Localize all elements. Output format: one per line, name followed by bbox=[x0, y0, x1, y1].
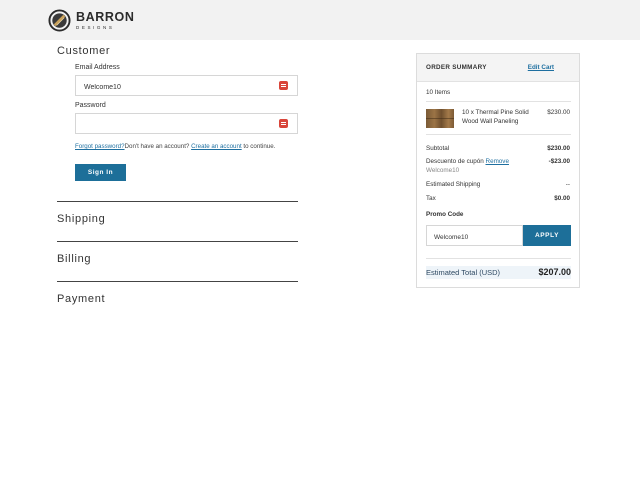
email-input[interactable] bbox=[76, 78, 266, 97]
summary-divider bbox=[426, 258, 571, 259]
estimated-total-value: $207.00 bbox=[538, 267, 571, 277]
brand-tagline: DESIGNS bbox=[76, 24, 115, 30]
product-name-line2: Wood Wall Paneling bbox=[462, 118, 519, 125]
item-count: 10 Items bbox=[426, 89, 451, 96]
brand-logo[interactable]: BARRON DESIGNS bbox=[48, 9, 134, 32]
product-thumbnail bbox=[426, 109, 454, 128]
sign-in-button[interactable]: Sign In bbox=[75, 164, 126, 181]
promo-code-field[interactable] bbox=[426, 225, 523, 247]
discount-label: Descuento de cupón Remove bbox=[426, 158, 509, 165]
account-help-text: Forgot password?Don't have an account? C… bbox=[75, 143, 275, 150]
forgot-password-link[interactable]: Forgot password? bbox=[75, 143, 125, 150]
shipping-value: -- bbox=[565, 181, 570, 188]
payment-step-heading[interactable]: Payment bbox=[57, 293, 105, 305]
email-label: Email Address bbox=[75, 64, 120, 71]
estimated-total-row: Estimated Total (USD) $207.00 bbox=[426, 266, 571, 279]
billing-step-heading[interactable]: Billing bbox=[57, 253, 91, 265]
discount-label-text: Descuento de cupón bbox=[426, 158, 484, 165]
no-account-text: Don't have an account? bbox=[124, 143, 190, 150]
password-manager-icon[interactable] bbox=[279, 81, 288, 90]
order-summary-panel: ORDER SUMMARY Edit Cart 10 Items 10 x Th… bbox=[416, 53, 580, 288]
site-header: BARRON DESIGNS bbox=[0, 0, 640, 40]
logo-wordmark: BARRON DESIGNS bbox=[76, 11, 134, 30]
shipping-label: Estimated Shipping bbox=[426, 181, 481, 188]
tax-label: Tax bbox=[426, 195, 436, 202]
logo-icon bbox=[48, 9, 71, 32]
password-label: Password bbox=[75, 102, 106, 109]
discount-value: -$23.00 bbox=[548, 158, 570, 165]
brand-name: BARRON bbox=[76, 10, 135, 24]
order-summary-title: ORDER SUMMARY bbox=[426, 64, 487, 71]
password-field[interactable] bbox=[75, 113, 298, 135]
email-field[interactable] bbox=[75, 75, 298, 97]
shipping-step-heading[interactable]: Shipping bbox=[57, 213, 105, 225]
tax-value: $0.00 bbox=[554, 195, 570, 202]
apply-promo-button[interactable]: APPLY bbox=[523, 225, 571, 246]
section-divider bbox=[57, 201, 298, 202]
summary-divider bbox=[426, 101, 571, 102]
subtotal-value: $230.00 bbox=[547, 145, 570, 152]
edit-cart-link[interactable]: Edit Cart bbox=[528, 64, 554, 71]
estimated-total-label: Estimated Total (USD) bbox=[426, 268, 501, 277]
promo-code-input[interactable] bbox=[427, 228, 522, 247]
create-account-link[interactable]: Create an account bbox=[191, 143, 242, 150]
discount-code: Welcome10 bbox=[426, 167, 460, 174]
continue-text: to continue. bbox=[243, 143, 276, 150]
section-divider bbox=[57, 241, 298, 242]
summary-divider bbox=[426, 134, 571, 135]
promo-code-label: Promo Code bbox=[426, 211, 464, 218]
password-input[interactable] bbox=[76, 116, 266, 135]
order-summary-header: ORDER SUMMARY Edit Cart bbox=[417, 54, 579, 82]
password-manager-icon[interactable] bbox=[279, 119, 288, 128]
product-price: $230.00 bbox=[547, 109, 570, 116]
subtotal-label: Subtotal bbox=[426, 145, 450, 152]
remove-coupon-link[interactable]: Remove bbox=[486, 158, 509, 165]
section-divider bbox=[57, 281, 298, 282]
product-name-line1: 10 x Thermal Pine Solid bbox=[462, 109, 529, 116]
customer-heading: Customer bbox=[57, 45, 111, 57]
